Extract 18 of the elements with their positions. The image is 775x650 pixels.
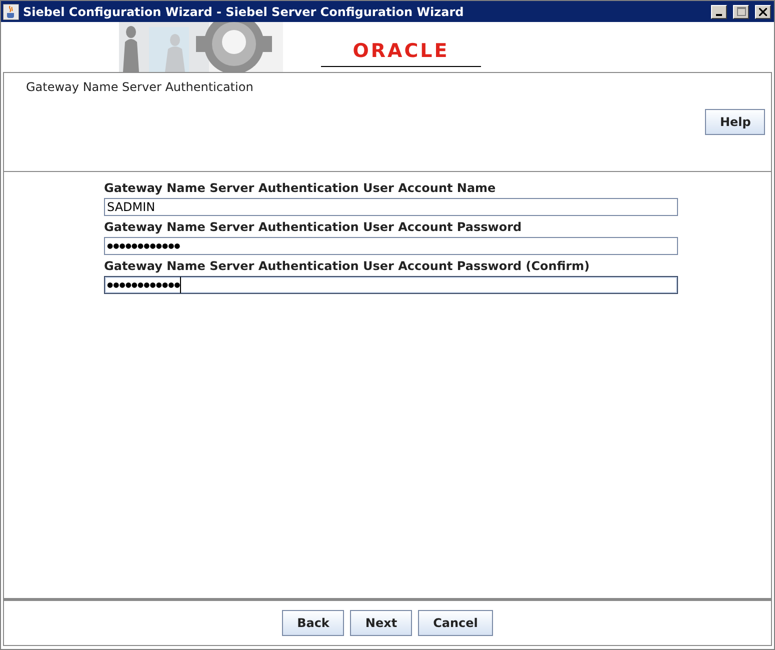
text-field[interactable]: SADMIN: [104, 198, 678, 216]
maximize-button[interactable]: [733, 4, 749, 18]
minimize-icon: [716, 14, 722, 16]
help-button[interactable]: Help: [705, 109, 765, 135]
field-label: Gateway Name Server Authentication User Account Password: [104, 220, 523, 235]
field-label: Gateway Name Server Authentication User Account Password (Confirm): [104, 259, 591, 274]
field-label: Gateway Name Server Authentication User Account Name: [104, 181, 497, 196]
minimize-button[interactable]: [711, 4, 727, 18]
maximize-icon: [736, 7, 746, 16]
nav-button[interactable]: Next: [350, 610, 412, 636]
close-button[interactable]: [755, 4, 771, 18]
close-icon: [759, 8, 767, 16]
page-title: Gateway Name Server Authentication: [26, 80, 254, 94]
cancel-button[interactable]: Cancel: [418, 610, 493, 636]
oracle-logo: ORACLE: [321, 41, 481, 67]
window-title: Siebel Configuration Wizard - Siebel Server Configuration Wizard: [23, 4, 465, 18]
coffee-cup-icon: [3, 4, 19, 20]
nav-button[interactable]: Back: [282, 610, 344, 636]
